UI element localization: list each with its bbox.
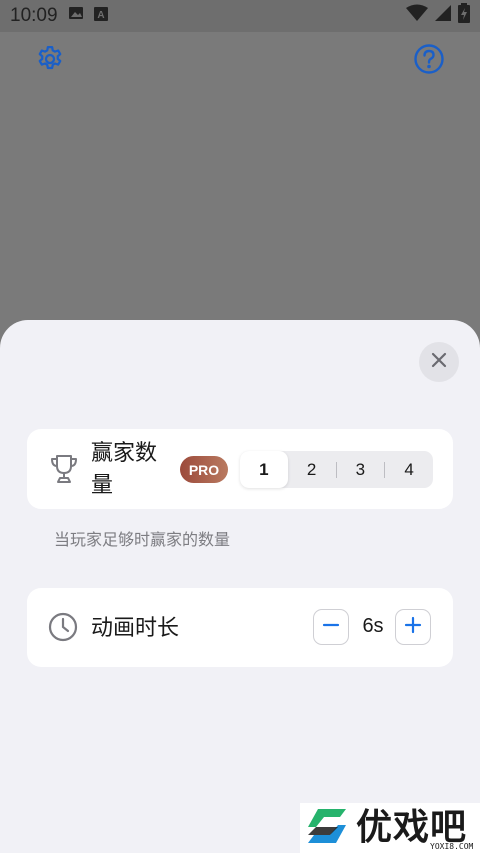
status-time: 10:09 — [10, 5, 58, 26]
a-badge-icon: A — [93, 5, 108, 27]
status-bar: 10:09 A — [0, 0, 480, 32]
signal-icon — [434, 4, 452, 28]
settings-button[interactable] — [33, 44, 67, 78]
duration-value: 6s — [362, 615, 384, 637]
winners-option-4[interactable]: 4 — [385, 451, 433, 488]
animation-duration-card: 动画时长 6s — [27, 588, 453, 667]
help-button[interactable] — [412, 43, 446, 80]
close-icon — [431, 352, 447, 373]
winners-hint: 当玩家足够时赢家的数量 — [54, 532, 231, 549]
bottom-sheet: 赢家数量 PRO 1 2 3 4 当玩家足够时赢家的数量 动画时长 6s — [0, 320, 480, 853]
winners-title: 赢家数量 — [91, 440, 158, 497]
watermark-url: YOXI8.COM — [430, 842, 474, 851]
watermark-logo-icon — [304, 805, 350, 852]
battery-icon — [458, 3, 470, 29]
winners-card: 赢家数量 PRO 1 2 3 4 — [27, 429, 453, 509]
top-bar — [0, 32, 480, 92]
clock-icon — [47, 611, 79, 648]
increase-duration-button[interactable] — [395, 609, 431, 645]
help-icon — [413, 43, 445, 80]
trophy-icon — [47, 452, 81, 491]
plus-icon — [403, 615, 423, 640]
winners-count-selector: 1 2 3 4 — [240, 451, 433, 488]
winners-option-2[interactable]: 2 — [288, 451, 336, 488]
gear-icon — [35, 44, 65, 79]
close-button[interactable] — [419, 342, 459, 382]
winners-option-1[interactable]: 1 — [240, 451, 288, 488]
pro-badge: PRO — [180, 456, 228, 483]
minus-icon — [321, 615, 341, 640]
wifi-icon — [406, 4, 428, 28]
watermark: 优戏吧 YOXI8.COM — [300, 803, 480, 853]
svg-text:A: A — [97, 10, 104, 21]
duration-title: 动画时长 — [91, 615, 180, 640]
winners-option-3[interactable]: 3 — [337, 451, 385, 488]
decrease-duration-button[interactable] — [313, 609, 349, 645]
watermark-text: 优戏吧 — [356, 807, 468, 848]
image-icon — [68, 5, 84, 27]
